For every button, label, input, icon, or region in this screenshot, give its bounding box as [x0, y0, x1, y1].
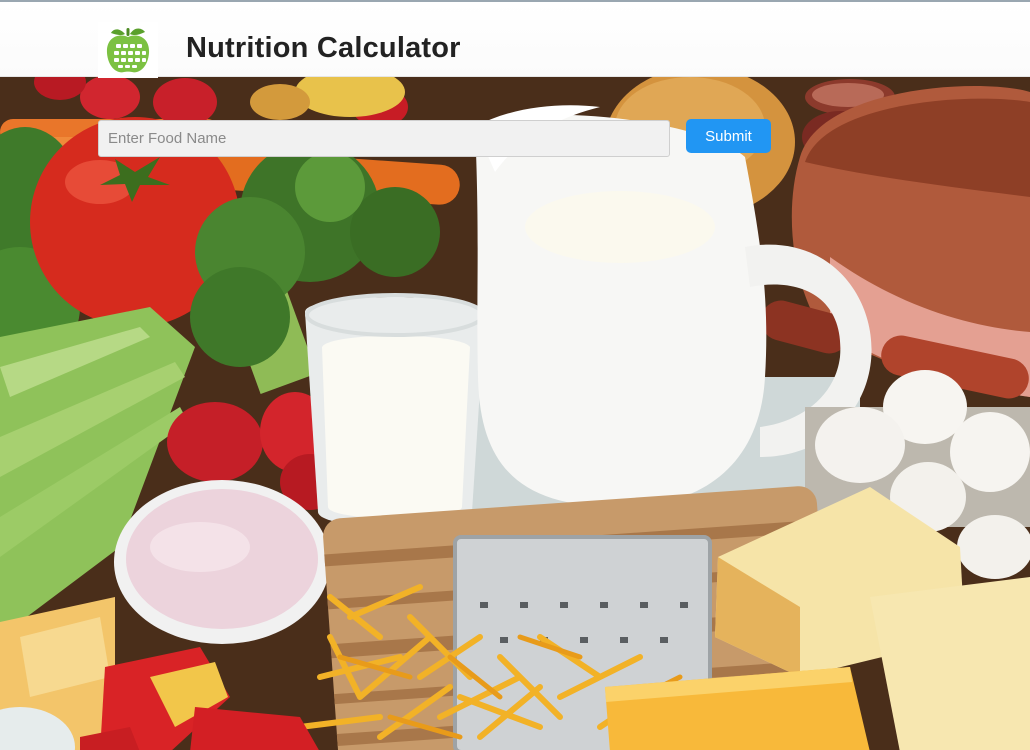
header: Nutrition Calculator: [0, 2, 1030, 78]
app-window: Nutrition Calculator Enter Food Name Sub…: [0, 0, 1030, 750]
food-background-image: [0, 77, 1030, 750]
food-name-input[interactable]: [98, 120, 670, 157]
page-title: Nutrition Calculator: [186, 32, 461, 64]
yogurt-bowl: [114, 480, 330, 644]
milk-glass: [305, 293, 485, 527]
apple-calculator-icon: [106, 28, 150, 73]
submit-button[interactable]: Submit: [686, 119, 771, 153]
food-scene: [0, 77, 1030, 750]
logo: [98, 22, 158, 78]
